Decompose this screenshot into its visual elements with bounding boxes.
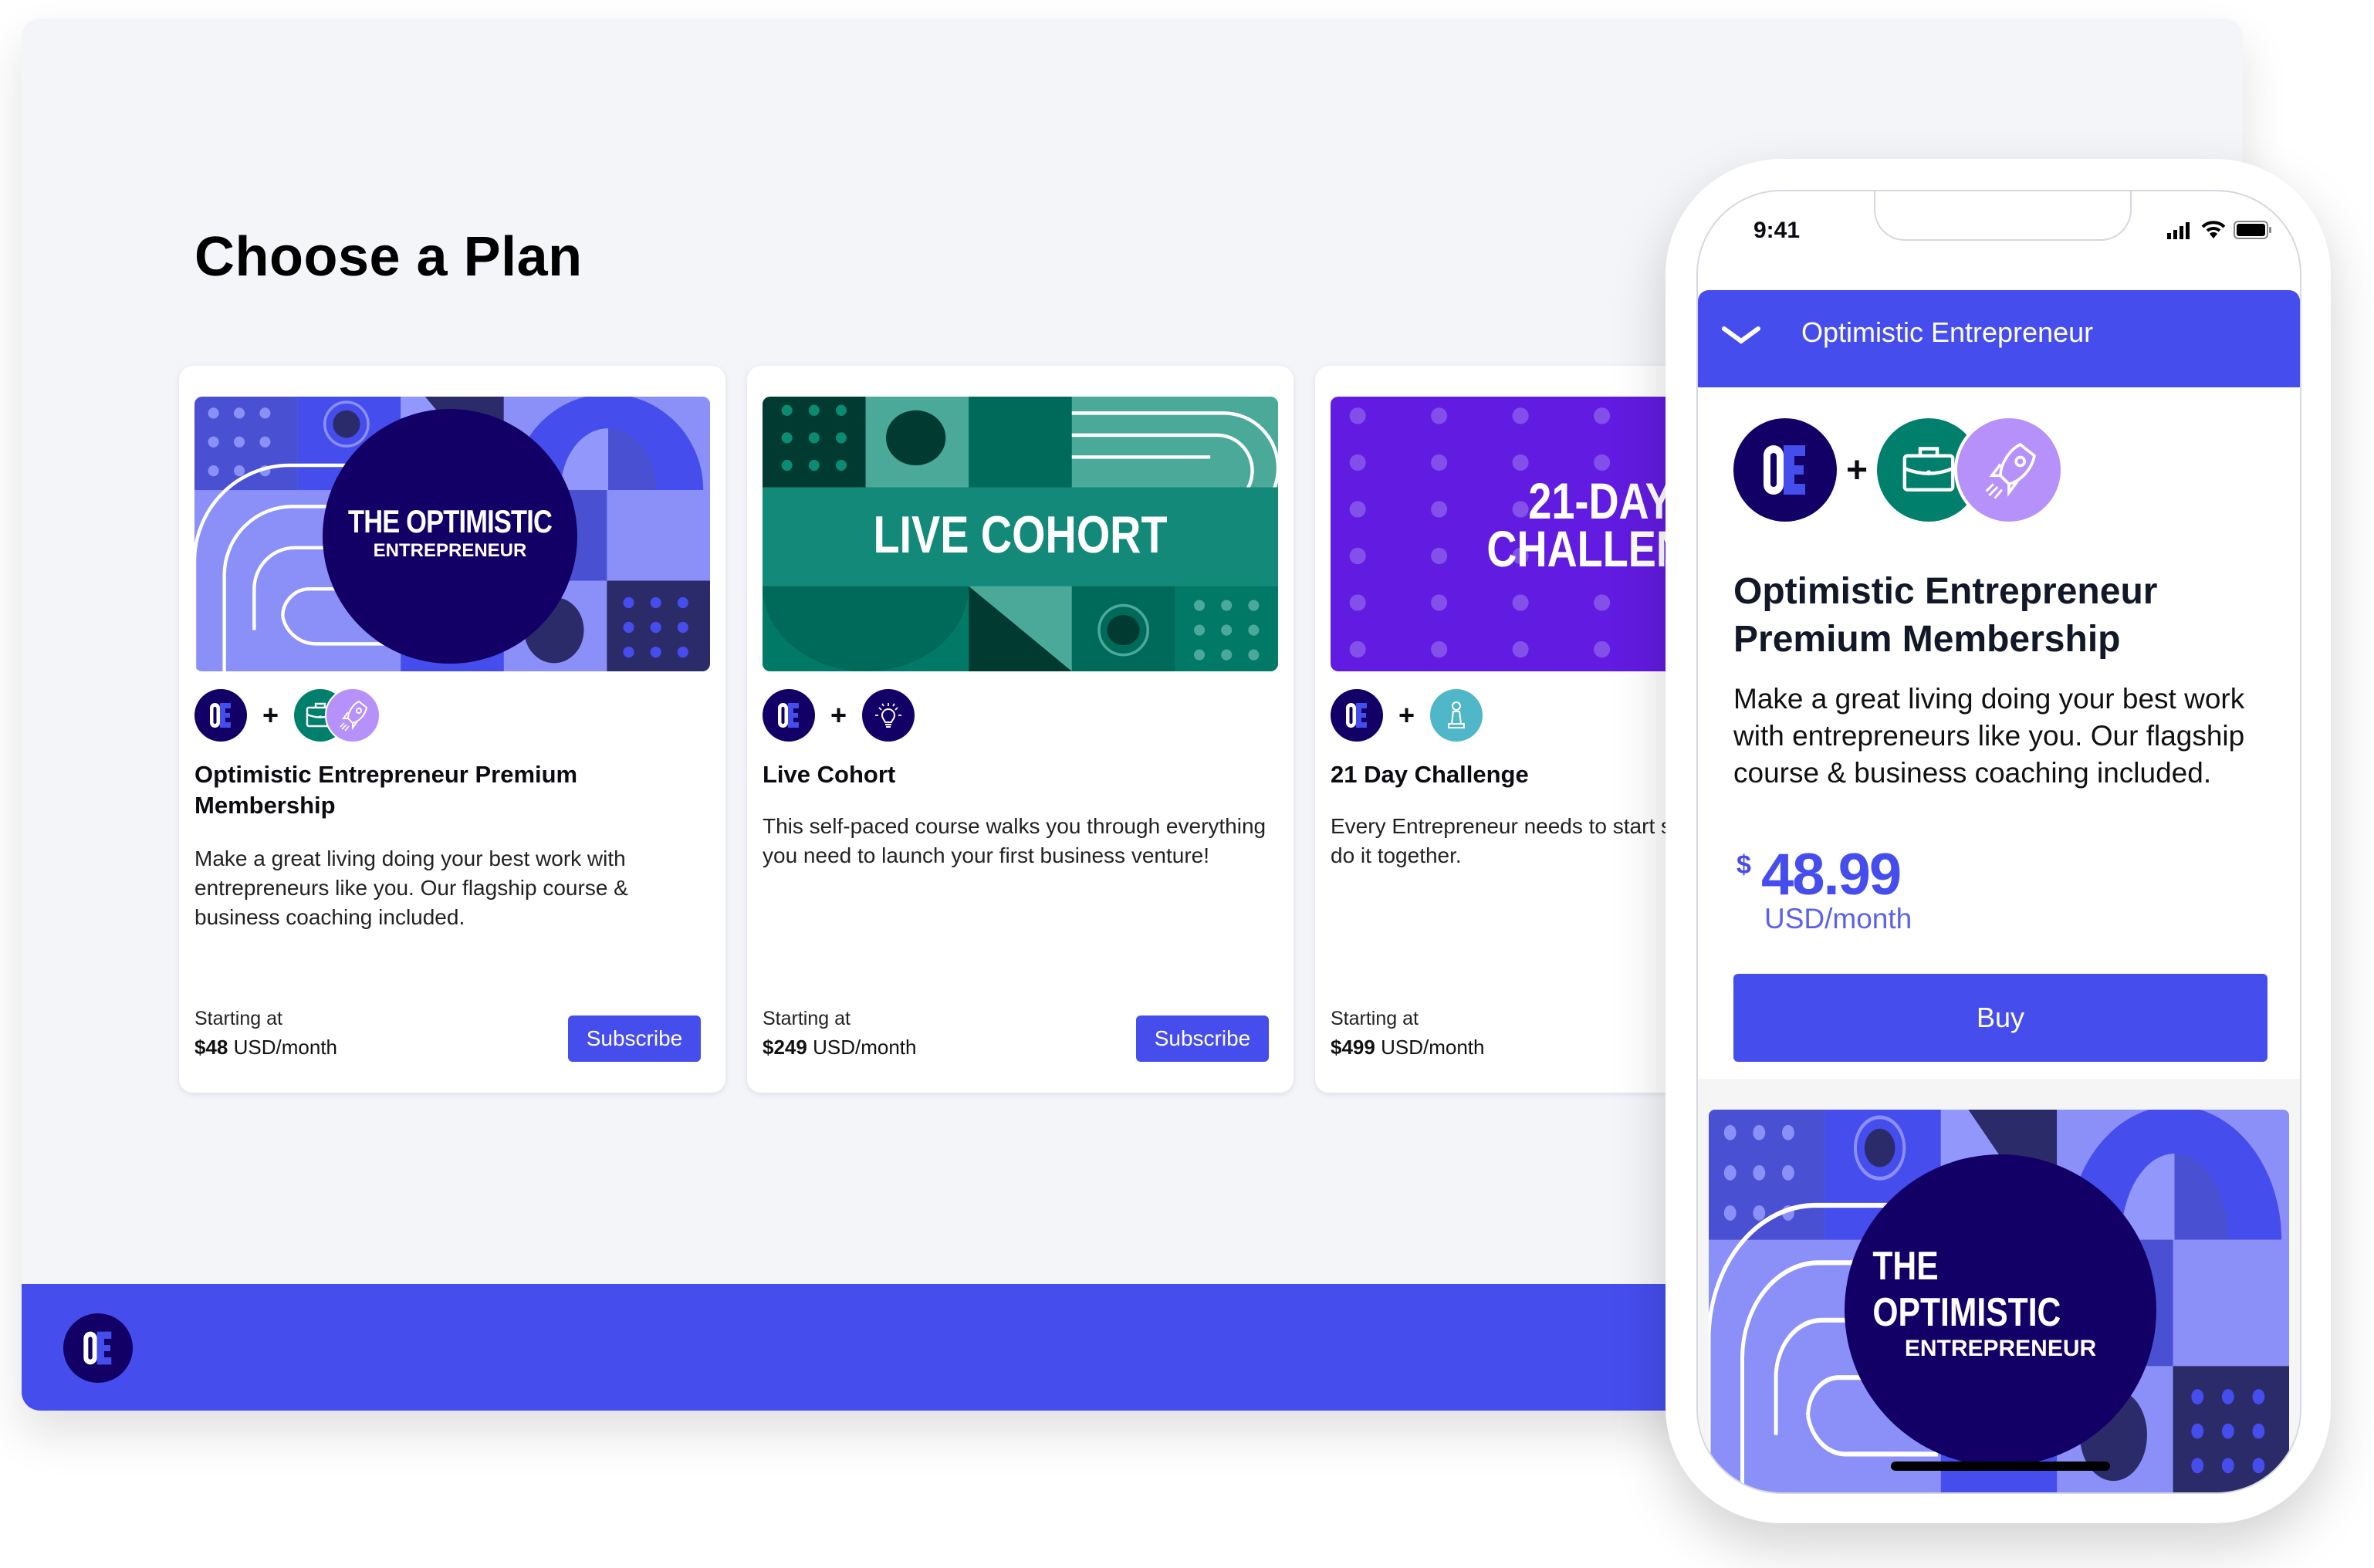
lightbulb-icon bbox=[862, 689, 915, 742]
plus-sign: + bbox=[1398, 699, 1415, 731]
plan-price: $48 USD/month bbox=[194, 1036, 337, 1059]
oe-logo-icon bbox=[194, 689, 247, 742]
banner-circle: THE OPTIMISTIC ENTREPRENEUR bbox=[323, 409, 577, 664]
price-amount: 48.99 bbox=[1761, 842, 1902, 907]
app-header: Optimistic Entrepreneur bbox=[1698, 290, 2300, 387]
rocket-icon bbox=[325, 688, 381, 743]
plan-icons: + bbox=[1331, 688, 1483, 742]
plan-banner-image: THE OPTIMISTIC ENTREPRENEUR bbox=[194, 397, 710, 671]
subscribe-button[interactable]: Subscribe bbox=[1136, 1015, 1269, 1062]
subscribe-button[interactable]: Subscribe bbox=[568, 1015, 701, 1062]
plan-title: Optimistic Entrepreneur Premium Membersh… bbox=[194, 761, 578, 819]
oe-logo-icon bbox=[1733, 418, 1837, 522]
plan-banner-image: LIVE COHORT bbox=[763, 397, 1278, 671]
oe-logo-icon[interactable] bbox=[63, 1313, 133, 1383]
phone-notch bbox=[1874, 191, 2132, 241]
oe-logo-icon bbox=[763, 689, 815, 742]
price-period: USD/month bbox=[1381, 1036, 1485, 1059]
starting-at-label: Starting at bbox=[1331, 1008, 1419, 1029]
product-media-section: THE OPTIMISTIC ENTREPRENEUR bbox=[1698, 1079, 2300, 1488]
banner-title-line1: THE OPTIMISTIC bbox=[347, 503, 553, 539]
status-icons bbox=[2167, 221, 2272, 239]
signal-icon bbox=[2167, 222, 2190, 239]
chevron-down-icon[interactable] bbox=[1721, 324, 1761, 347]
page-title: Choose a Plan bbox=[194, 226, 583, 288]
banner-title-line2: ENTREPRENEUR bbox=[373, 540, 527, 561]
starting-at-label: Starting at bbox=[763, 1008, 851, 1029]
price-amount: $499 bbox=[1331, 1036, 1375, 1059]
product-description: Make a great living doing your best work… bbox=[1733, 683, 2245, 789]
wifi-icon bbox=[2201, 221, 2226, 238]
buy-button[interactable]: Buy bbox=[1733, 974, 2267, 1062]
price-period: USD/month bbox=[233, 1036, 338, 1059]
plan-icons: + bbox=[194, 688, 381, 743]
battery-icon bbox=[2234, 221, 2271, 239]
rocket-icon bbox=[1954, 415, 2065, 525]
price-amount: $48 bbox=[194, 1036, 228, 1059]
plan-description: Make a great living doing your best work… bbox=[194, 847, 628, 929]
phone-mockup: 9:41 Optimistic Entrepreneur + Optimisti… bbox=[1666, 159, 2331, 1523]
chess-pawn-icon bbox=[1430, 689, 1483, 742]
banner-title-line2: ENTREPRENEUR bbox=[1904, 1336, 2097, 1361]
status-time: 9:41 bbox=[1753, 218, 1801, 243]
plan-card-live-cohort: LIVE COHORT + Live Cohort This self-pace… bbox=[747, 366, 1294, 1093]
plan-title: Live Cohort bbox=[763, 761, 896, 788]
plan-icons: + bbox=[763, 688, 915, 742]
plan-description: This self-paced course walks you through… bbox=[763, 814, 1266, 867]
banner-title-line1: LIVE COHORT bbox=[873, 505, 1168, 564]
price-amount: $249 bbox=[763, 1036, 807, 1059]
banner-title-line1: THE OPTIMISTIC bbox=[1872, 1244, 2061, 1335]
product-banner-image: THE OPTIMISTIC ENTREPRENEUR bbox=[1709, 1110, 2289, 1492]
plan-price: $249 USD/month bbox=[763, 1036, 916, 1059]
oe-logo-icon bbox=[1331, 689, 1383, 742]
banner-circle: THE OPTIMISTIC ENTREPRENEUR bbox=[1845, 1154, 2156, 1466]
price-period: USD/month bbox=[1764, 903, 1912, 934]
plus-sign: + bbox=[1846, 449, 1868, 491]
plus-sign: + bbox=[830, 699, 847, 731]
home-indicator[interactable] bbox=[1891, 1462, 2110, 1471]
phone-screen: 9:41 Optimistic Entrepreneur + Optimisti… bbox=[1696, 190, 2301, 1494]
plan-card-premium-membership: THE OPTIMISTIC ENTREPRENEUR + Optimistic… bbox=[179, 366, 725, 1093]
plus-sign: + bbox=[262, 699, 279, 731]
starting-at-label: Starting at bbox=[194, 1008, 282, 1029]
price-currency: $ bbox=[1737, 850, 1751, 880]
plan-price: $499 USD/month bbox=[1331, 1036, 1484, 1059]
product-title: Optimistic Entrepreneur Premium Membersh… bbox=[1733, 571, 2158, 660]
app-header-title: Optimistic Entrepreneur bbox=[1801, 316, 2094, 348]
price-period: USD/month bbox=[813, 1036, 917, 1059]
product-icons: + bbox=[1733, 415, 2065, 525]
